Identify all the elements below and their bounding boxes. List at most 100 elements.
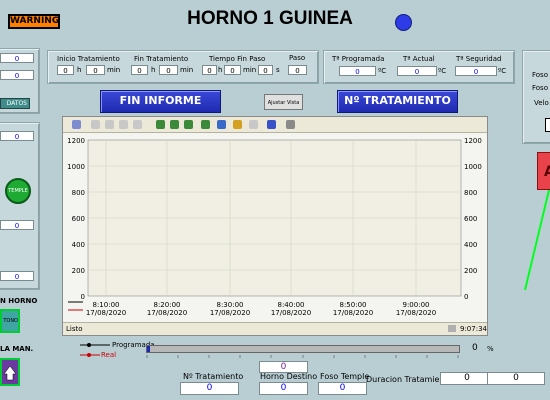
- ajustar-vista-button[interactable]: Ajustar Vista: [264, 94, 303, 110]
- horno-destino-field[interactable]: 0: [259, 382, 308, 395]
- up-arrow-button[interactable]: [0, 358, 20, 386]
- warning-badge: WARNING: [8, 14, 60, 29]
- tono-button[interactable]: TONO: [0, 309, 20, 333]
- x-tick-time: 8:30:00: [217, 301, 244, 309]
- fin-min-unit: min: [180, 66, 194, 74]
- progress-start-marker: [147, 346, 150, 352]
- n-tratamiento-label: Nº Tratamiento: [183, 372, 244, 381]
- status-indicator-dot: [395, 14, 412, 31]
- y-tick-label-left: 600: [72, 215, 85, 223]
- chart-toolbar: [63, 117, 487, 133]
- inicio-min-field[interactable]: 0: [86, 65, 105, 75]
- seguridad-field[interactable]: 0: [455, 66, 497, 76]
- trend-chart-window: 1200 1200 1000 1000 800 800 600 600 400 400 200 200…: [62, 116, 488, 336]
- finpaso-min-unit: min: [243, 66, 257, 74]
- seguridad-unit: ºC: [498, 67, 507, 75]
- finpaso-hours-field[interactable]: 0: [202, 65, 217, 75]
- up-arrow-icon: [3, 365, 17, 381]
- left-value-1[interactable]: 0: [0, 53, 34, 63]
- programada-field[interactable]: 0: [339, 66, 376, 76]
- x-tick-date: 17/08/2020: [396, 309, 436, 317]
- foso-temple-field[interactable]: 0: [318, 382, 367, 395]
- inicio-h-unit: h: [77, 66, 82, 74]
- x-tick-time: 9:00:00: [403, 301, 430, 309]
- chart-status-bar: Listo 9:07:34: [63, 322, 487, 335]
- left-value-5[interactable]: 0: [0, 271, 34, 281]
- n-tratamiento-field[interactable]: 0: [180, 382, 239, 395]
- print-icon[interactable]: [286, 120, 295, 129]
- inicio-hours-field[interactable]: 0: [57, 65, 74, 75]
- y-tick-label-left: 400: [72, 241, 85, 249]
- prev-icon[interactable]: [119, 120, 128, 129]
- inicio-label: Inicio Tratamiento: [57, 55, 120, 63]
- x-tick-date: 17/08/2020: [210, 309, 250, 317]
- y-tick-label-right: 1200: [464, 137, 482, 145]
- fin-paso-label: Tiempo Fin Paso: [209, 55, 266, 63]
- seguridad-label: Tª Seguridad: [456, 55, 502, 63]
- zoom-in-icon[interactable]: [170, 120, 179, 129]
- n-tratamiento-button[interactable]: Nº TRATAMIENTO: [337, 90, 458, 113]
- zoom-area-icon[interactable]: [156, 120, 165, 129]
- x-tick-date: 17/08/2020: [271, 309, 311, 317]
- x-tick-time: 8:10:00: [93, 301, 120, 309]
- y-tick-label-left: 0: [81, 293, 85, 301]
- progress-bar: [146, 345, 460, 353]
- chart-canvas: 1200 1200 1000 1000 800 800 600 600 400 400 200 200…: [67, 137, 482, 317]
- paso-field[interactable]: 0: [288, 65, 307, 75]
- actual-field[interactable]: 0: [397, 66, 437, 76]
- velo-label: Velo: [534, 99, 549, 107]
- fin-informe-button[interactable]: FIN INFORME: [100, 90, 221, 113]
- finpaso-min-field[interactable]: 0: [224, 65, 241, 75]
- progress-percent: 0: [472, 343, 478, 353]
- programada-label: Tª Programada: [332, 55, 385, 63]
- left-panel-mid: [0, 122, 40, 290]
- left-value-3[interactable]: 0: [0, 131, 34, 141]
- inicio-min-unit: min: [107, 66, 121, 74]
- duracion-field-1[interactable]: 0: [440, 372, 494, 385]
- next-icon[interactable]: [133, 120, 142, 129]
- left-value-4[interactable]: 0: [0, 220, 34, 230]
- first-page-icon[interactable]: [91, 120, 100, 129]
- foso-label-2: Foso: [532, 84, 548, 92]
- stop-icon[interactable]: [267, 120, 276, 129]
- prev-fast-icon[interactable]: [105, 120, 114, 129]
- table-view-icon[interactable]: [249, 120, 258, 129]
- status-time: 9:07:34: [460, 325, 487, 333]
- finpaso-s-unit: s: [276, 66, 280, 74]
- zoom-reset-icon[interactable]: [201, 120, 210, 129]
- y-tick-label-left: 1200: [67, 137, 85, 145]
- fin-hours-field[interactable]: 0: [131, 65, 148, 75]
- move-icon[interactable]: [217, 120, 226, 129]
- y-tick-label-right: 800: [464, 189, 477, 197]
- alarm-button[interactable]: A: [537, 152, 550, 190]
- temple-indicator[interactable]: TEMPLE: [5, 178, 31, 204]
- finpaso-h-unit: h: [218, 66, 223, 74]
- actual-label: Tª Actual: [403, 55, 435, 63]
- x-tick-date: 17/08/2020: [333, 309, 373, 317]
- datos-button[interactable]: DATOS: [0, 98, 30, 109]
- left-value-2[interactable]: 0: [0, 70, 34, 80]
- x-tick-date: 17/08/2020: [147, 309, 187, 317]
- duracion-field-2[interactable]: 0: [487, 372, 545, 385]
- y-tick-label-right: 200: [464, 267, 477, 275]
- finpaso-sec-field[interactable]: 0: [258, 65, 273, 75]
- axis-scale-icon[interactable]: [233, 120, 242, 129]
- x-tick-time: 8:20:00: [154, 301, 181, 309]
- zoom-out-icon[interactable]: [184, 120, 193, 129]
- progress-percent-sign: %: [487, 345, 494, 353]
- y-tick-label-left: 800: [72, 189, 85, 197]
- right-field[interactable]: [545, 118, 550, 132]
- man-label: LA MAN.: [0, 345, 34, 353]
- y-tick-label-right: 600: [464, 215, 477, 223]
- actual-unit: ºC: [438, 67, 447, 75]
- green-connector-line: [524, 190, 550, 291]
- programada-unit: ºC: [378, 67, 387, 75]
- legend-real-line: [80, 353, 100, 357]
- paso-label: Paso: [289, 54, 306, 62]
- x-tick-time: 8:50:00: [340, 301, 367, 309]
- y-tick-label-left: 200: [72, 267, 85, 275]
- fin-min-field[interactable]: 0: [159, 65, 178, 75]
- chart-props-icon[interactable]: [72, 120, 81, 129]
- fin-label: Fin Tratamiento: [134, 55, 189, 63]
- foso-label-1: Foso: [532, 71, 548, 79]
